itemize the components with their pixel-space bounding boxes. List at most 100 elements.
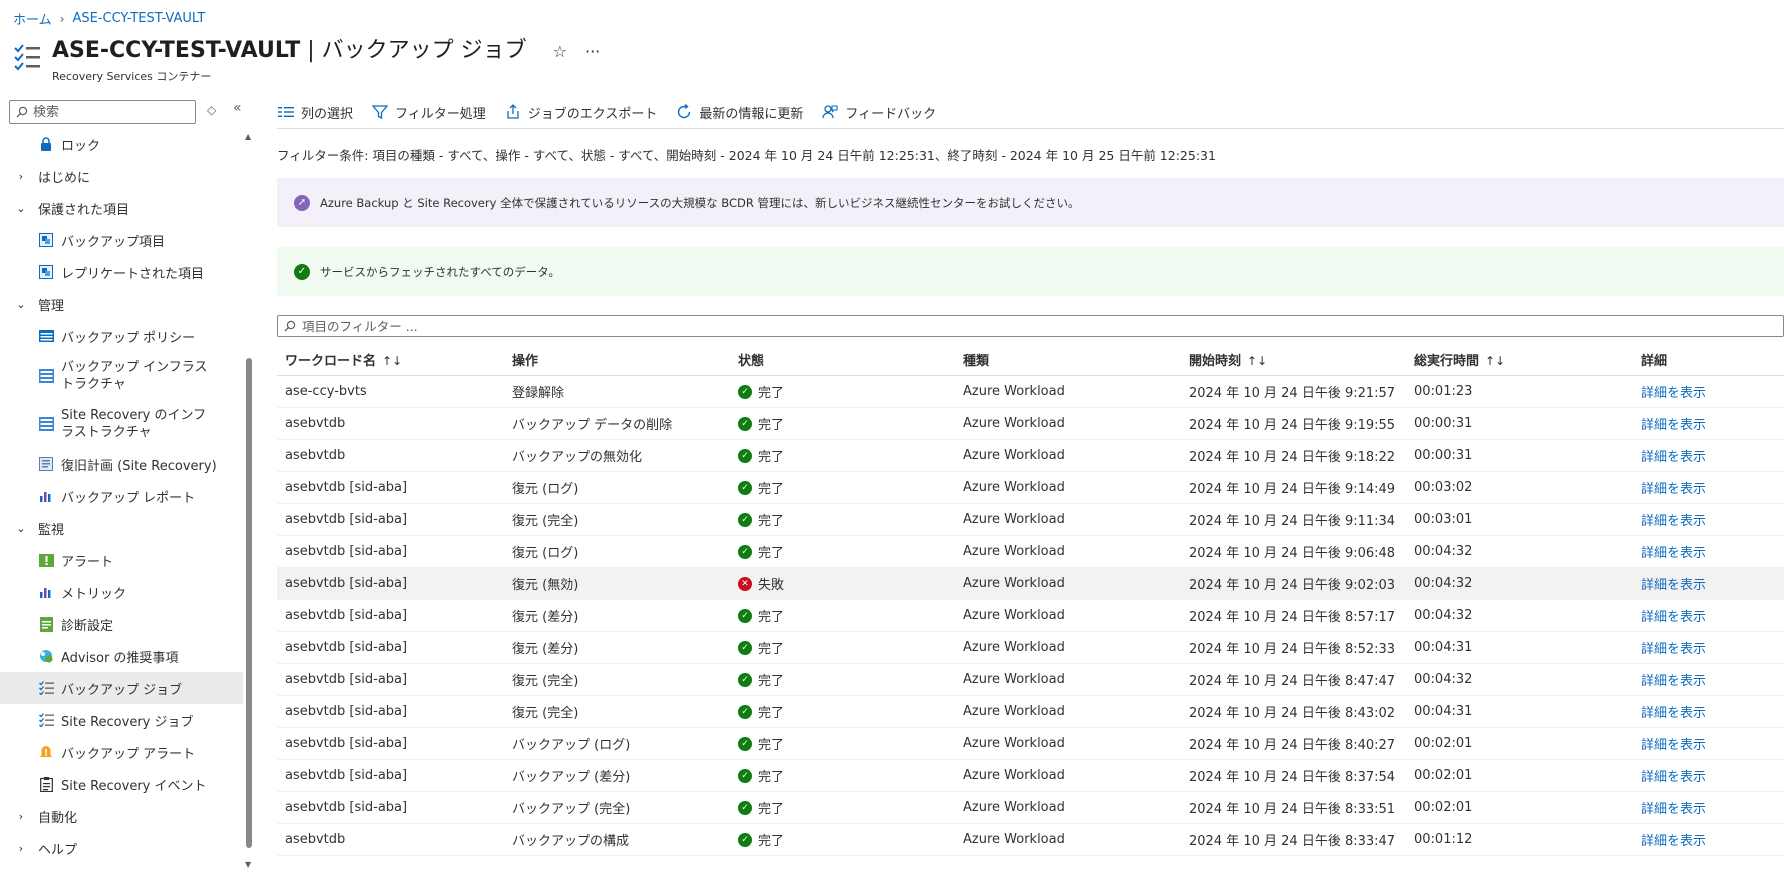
grid-filter-input[interactable] (302, 318, 902, 334)
view-details-link[interactable]: 詳細を表示 (1641, 674, 1706, 689)
export-jobs-button[interactable]: ジョブのエクスポート (504, 103, 657, 122)
search-icon (16, 106, 28, 118)
view-details-link[interactable]: 詳細を表示 (1641, 642, 1706, 657)
sort-icon[interactable]: ↑↓ (1247, 354, 1267, 368)
sidebar-item-backup-items[interactable]: バックアップ項目 (0, 224, 243, 256)
jobs-list-icon (14, 44, 40, 71)
view-details-link[interactable]: 詳細を表示 (1641, 546, 1706, 561)
sidebar-expand-icon[interactable]: ◇ (207, 103, 216, 117)
view-details-link[interactable]: 詳細を表示 (1641, 450, 1706, 465)
sidebar-scrollbar[interactable]: ▲ ▼ (245, 132, 253, 870)
sidebar-group-protected-items[interactable]: ⌄ 保護された項目 (0, 192, 243, 224)
sidebar-item-backup-infrastructure[interactable]: バックアップ インフラストラクチャ (0, 352, 243, 400)
sidebar-item-site-recovery-infrastructure[interactable]: Site Recovery のインフラストラクチャ (0, 400, 243, 448)
cell-operation: 復元 (差分) (512, 642, 579, 657)
sidebar-group-help[interactable]: › ヘルプ (0, 832, 243, 864)
cell-start-time: 2024 年 10 月 24 日午後 9:18:22 (1189, 450, 1396, 465)
sidebar-item-backup-policies[interactable]: バックアップ ポリシー (0, 320, 243, 352)
sidebar-item-backup-alerts[interactable]: バックアップ アラート (0, 736, 243, 768)
feedback-button[interactable]: フィードバック (821, 103, 936, 122)
view-details-link[interactable]: 詳細を表示 (1641, 578, 1706, 593)
sidebar-item-recovery-plans[interactable]: 復旧計画 (Site Recovery) (0, 448, 243, 480)
column-header-duration[interactable]: 総実行時間 ↑↓ (1406, 350, 1633, 369)
chevron-right-icon: › (18, 169, 24, 183)
table-row[interactable]: ase-ccy-bvts 登録解除 ✓ 完了 Azure Workload 2024 年 … (277, 376, 1784, 408)
cell-status: ✓ 完了 (730, 510, 955, 529)
cell-operation: 登録解除 (512, 386, 565, 401)
sort-icon[interactable]: ↑↓ (1485, 354, 1505, 368)
table-row[interactable]: asebvtdb [sid-aba] 復元 (無効) ✕ 失敗 Azure Worklo… (277, 568, 1784, 600)
table-row[interactable]: asebvtdb [sid-aba] 復元 (ログ) ✓ 完了 Azure Worklo… (277, 536, 1784, 568)
sidebar-item-advisor[interactable]: Advisor の推奨事項 (0, 640, 243, 672)
sidebar-group-manage[interactable]: ⌄ 管理 (0, 288, 243, 320)
cell-operation: バックアップ (ログ) (512, 738, 631, 753)
view-details-link[interactable]: 詳細を表示 (1641, 834, 1706, 849)
sidebar-item-metrics[interactable]: メトリック (0, 576, 243, 608)
sidebar-item-diagnostic-settings[interactable]: 診断設定 (0, 608, 243, 640)
cell-type: Azure Workload (963, 704, 1065, 719)
cell-duration: 00:01:12 (1414, 832, 1473, 847)
view-details-link[interactable]: 詳細を表示 (1641, 802, 1706, 817)
sidebar-item-site-recovery-events[interactable]: Site Recovery イベント (0, 768, 243, 800)
sidebar-search-input[interactable] (33, 104, 183, 120)
filter-button[interactable]: フィルター処理 (371, 103, 486, 122)
favorite-star-icon[interactable]: ☆ (553, 42, 567, 61)
table-row[interactable]: asebvtdb [sid-aba] 復元 (完全) ✓ 完了 Azure Worklo… (277, 504, 1784, 536)
sort-icon[interactable]: ↑↓ (382, 354, 402, 368)
rocket-icon: ➚ (294, 194, 310, 211)
table-row[interactable]: asebvtdb バックアップの無効化 ✓ 完了 Azure Workload 2024 … (277, 440, 1784, 472)
table-row[interactable]: asebvtdb [sid-aba] バックアップ (差分) ✓ 完了 Azure Wo… (277, 760, 1784, 792)
view-details-link[interactable]: 詳細を表示 (1641, 514, 1706, 529)
view-details-link[interactable]: 詳細を表示 (1641, 770, 1706, 785)
breadcrumb-home-link[interactable]: ホーム (13, 9, 52, 28)
status-badge: ✓ 完了 (738, 702, 784, 721)
sidebar-item-site-recovery-jobs[interactable]: Site Recovery ジョブ (0, 704, 243, 736)
table-row[interactable]: asebvtdb [sid-aba] 復元 (差分) ✓ 完了 Azure Worklo… (277, 600, 1784, 632)
choose-columns-button[interactable]: 列の選択 (277, 103, 353, 122)
status-text: 完了 (758, 546, 785, 561)
sidebar-item-alerts[interactable]: アラート (0, 544, 243, 576)
title-block: ASE-CCY-TEST-VAULT | バックアップ ジョブ Recovery… (52, 36, 527, 84)
view-details-link[interactable]: 詳細を表示 (1641, 482, 1706, 497)
view-details-link[interactable]: 詳細を表示 (1641, 386, 1706, 401)
cell-start-time: 2024 年 10 月 24 日午後 9:02:03 (1189, 578, 1396, 593)
scroll-down-arrow-icon[interactable]: ▼ (245, 860, 251, 869)
sidebar-group-automation[interactable]: › 自動化 (0, 800, 243, 832)
cell-type: Azure Workload (963, 768, 1065, 783)
table-row[interactable]: asebvtdb [sid-aba] 復元 (完全) ✓ 完了 Azure Worklo… (277, 664, 1784, 696)
column-header-start-time[interactable]: 開始時刻 ↑↓ (1181, 350, 1406, 369)
sidebar-item-label: ロック (61, 138, 101, 154)
grid-filter-box[interactable] (277, 315, 1784, 337)
sidebar-item-label: バックアップ ポリシー (61, 330, 196, 346)
cell-details: 詳細を表示 (1633, 702, 1784, 721)
sidebar-item-backup-reports[interactable]: バックアップ レポート (0, 480, 243, 512)
table-row[interactable]: asebvtdb [sid-aba] バックアップ (ログ) ✓ 完了 Azure Wo… (277, 728, 1784, 760)
table-row[interactable]: asebvtdb [sid-aba] 復元 (差分) ✓ 完了 Azure Worklo… (277, 632, 1784, 664)
view-details-link[interactable]: 詳細を表示 (1641, 418, 1706, 433)
table-row[interactable]: asebvtdb [sid-aba] 復元 (ログ) ✓ 完了 Azure Worklo… (277, 472, 1784, 504)
table-row[interactable]: asebvtdb バックアップ データの削除 ✓ 完了 Azure Workload 20… (277, 408, 1784, 440)
scroll-up-arrow-icon[interactable]: ▲ (245, 132, 251, 141)
more-options-icon[interactable]: ··· (585, 42, 600, 61)
column-header-workload[interactable]: ワークロード名 ↑↓ (277, 350, 504, 369)
table-row[interactable]: asebvtdb [sid-aba] バックアップ (完全) ✓ 完了 Azure Wo… (277, 792, 1784, 824)
scrollbar-thumb[interactable] (246, 358, 252, 848)
diagnostic-icon (38, 616, 54, 632)
table-row[interactable]: asebvtdb [sid-aba] 復元 (完全) ✓ 完了 Azure Worklo… (277, 696, 1784, 728)
sidebar-search-box[interactable] (9, 100, 196, 124)
table-row[interactable]: asebvtdb バックアップの構成 ✓ 完了 Azure Workload 2024 年… (277, 824, 1784, 856)
cell-type: Azure Workload (963, 544, 1065, 559)
sidebar-item-replicated-items[interactable]: レプリケートされた項目 (0, 256, 243, 288)
refresh-button[interactable]: 最新の情報に更新 (675, 103, 803, 122)
view-details-link[interactable]: 詳細を表示 (1641, 738, 1706, 753)
breadcrumb-vault-link[interactable]: ASE-CCY-TEST-VAULT (72, 11, 205, 26)
sidebar-group-monitoring[interactable]: ⌄ 監視 (0, 512, 243, 544)
sidebar-item-lock[interactable]: ロック (0, 128, 243, 160)
collapse-sidebar-icon[interactable]: « (233, 100, 242, 116)
view-details-link[interactable]: 詳細を表示 (1641, 610, 1706, 625)
sidebar-group-getting-started[interactable]: › はじめに (0, 160, 243, 192)
sidebar-item-label: アラート (61, 554, 114, 570)
sidebar-item-backup-jobs[interactable]: バックアップ ジョブ (0, 672, 243, 704)
cell-workload: asebvtdb [sid-aba] (285, 704, 408, 719)
view-details-link[interactable]: 詳細を表示 (1641, 706, 1706, 721)
